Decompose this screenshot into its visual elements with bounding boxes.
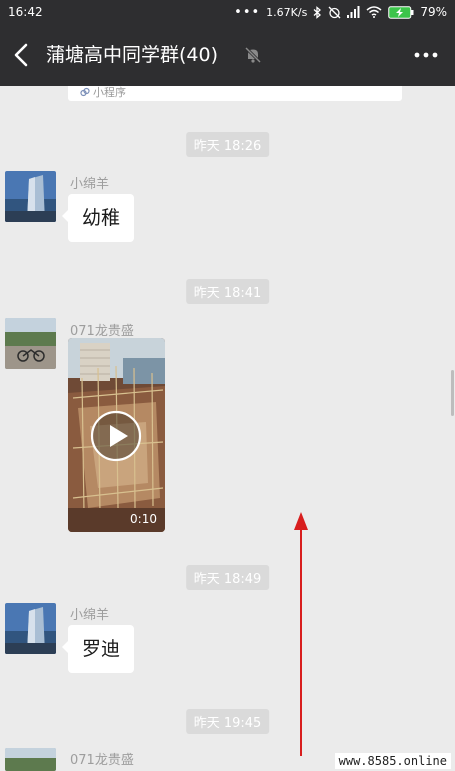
battery-charging-icon [388, 5, 414, 19]
more-dots-icon [414, 52, 438, 58]
watermark: www.8585.online [334, 753, 451, 769]
mini-program-icon [80, 87, 90, 97]
outdoor-avatar-image [5, 748, 56, 771]
network-speed: 1.67K/s [266, 5, 308, 19]
chat-header: 蒲塘高中同学群(40) [0, 24, 455, 86]
video-duration: 0:10 [130, 512, 157, 526]
avatar[interactable] [5, 171, 56, 222]
play-icon [90, 410, 142, 462]
bluetooth-icon [313, 5, 322, 19]
back-button[interactable] [10, 40, 34, 70]
message-timestamp: 昨天 18:41 [185, 279, 270, 304]
avatar[interactable] [5, 603, 56, 654]
bell-muted-icon [244, 46, 262, 64]
outdoor-avatar-image [5, 318, 56, 369]
mini-program-label: 小程序 [80, 84, 126, 100]
building-avatar-image [5, 171, 56, 222]
group-chat-title: 蒲塘高中同学群(40) [46, 44, 219, 66]
wifi-icon [366, 6, 382, 18]
status-icons: ••• 1.67K/s 79% [234, 5, 447, 20]
alarm-off-icon [328, 6, 341, 18]
message-bubble[interactable]: 幼稚 [61, 194, 135, 242]
scrollbar[interactable] [451, 370, 454, 416]
signal-icon [347, 6, 360, 18]
scroll-up-arrow-annotation [294, 512, 308, 756]
sender-name: 小绵羊 [70, 177, 110, 192]
sender-name: 小绵羊 [70, 608, 110, 623]
status-dots: ••• [234, 4, 261, 20]
status-time: 16:42 [8, 5, 43, 19]
battery-level: 79% [420, 5, 447, 19]
chevron-left-icon [14, 43, 28, 67]
message-timestamp: 昨天 18:26 [185, 132, 270, 157]
message-bubble[interactable]: 罗迪 [61, 625, 135, 673]
video-message[interactable]: 0:10 [68, 338, 165, 532]
message-timestamp: 昨天 19:45 [185, 709, 270, 734]
more-button[interactable] [413, 46, 439, 64]
message-timestamp: 昨天 18:49 [185, 565, 270, 590]
mini-program-text: 小程序 [93, 86, 126, 99]
status-bar: 16:42 ••• 1.67K/s 79% [0, 0, 455, 24]
building-avatar-image [5, 603, 56, 654]
avatar[interactable] [5, 318, 56, 369]
sender-name: 071龙贵盛 [70, 753, 134, 768]
avatar[interactable] [5, 748, 56, 771]
sender-name: 071龙贵盛 [70, 324, 134, 339]
